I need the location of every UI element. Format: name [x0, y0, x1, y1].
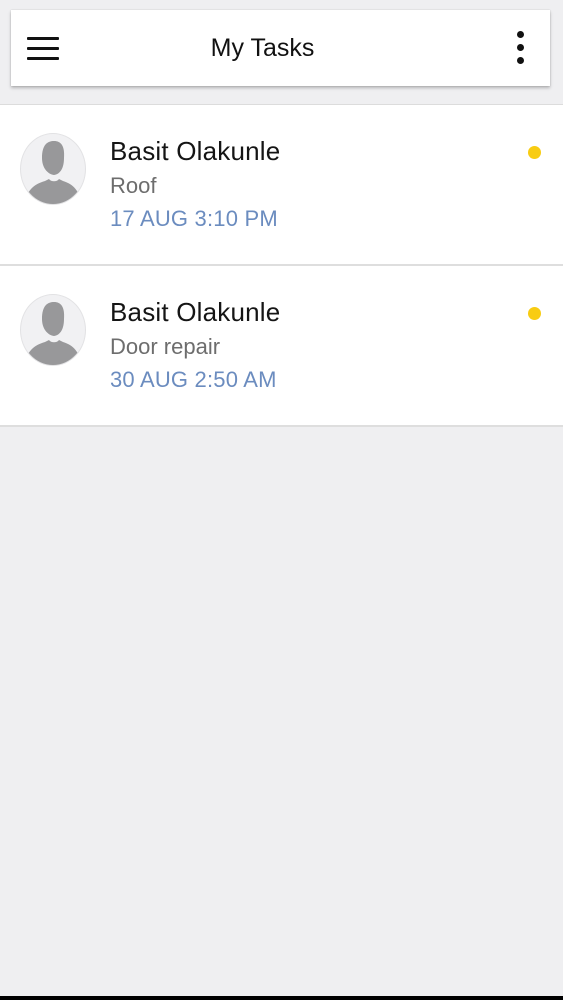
status-dot-icon	[528, 307, 541, 320]
task-title: Door repair	[110, 334, 221, 359]
avatar	[20, 133, 86, 205]
user-placeholder-icon	[25, 141, 81, 204]
avatar	[20, 294, 86, 366]
status-dot-icon	[528, 146, 541, 159]
task-assignee-name: Basit Olakunle	[110, 136, 281, 166]
user-placeholder-icon	[25, 302, 81, 365]
more-options-button[interactable]	[502, 28, 538, 68]
task-list-item[interactable]: Basit Olakunle Roof 17 AUG 3:10 PM	[0, 105, 563, 266]
bottom-edge	[0, 996, 563, 1000]
page-title: My Tasks	[210, 34, 315, 62]
task-date: 17 AUG 3:10 PM	[110, 206, 278, 231]
task-assignee-name: Basit Olakunle	[110, 297, 281, 327]
task-date: 30 AUG 2:50 AM	[110, 367, 277, 392]
menu-button[interactable]	[21, 28, 65, 68]
app-bar: My Tasks	[11, 10, 550, 86]
task-list: Basit Olakunle Roof 17 AUG 3:10 PM Basit…	[0, 104, 563, 427]
task-title: Roof	[110, 173, 157, 198]
task-list-item[interactable]: Basit Olakunle Door repair 30 AUG 2:50 A…	[0, 266, 563, 427]
